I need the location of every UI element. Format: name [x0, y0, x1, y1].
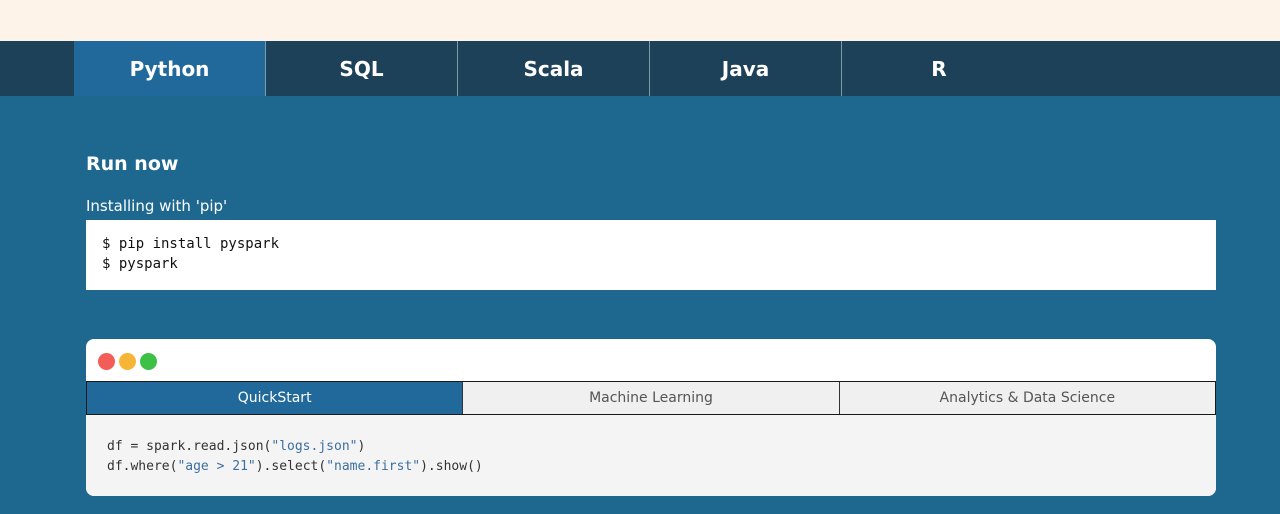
- tab-analytics-data-science[interactable]: Analytics & Data Science: [839, 382, 1215, 414]
- window-maximize-dot-icon: [140, 353, 157, 370]
- code-text: ).select(: [255, 459, 327, 474]
- code-line: df.where("age > 21").select("name.first"…: [107, 457, 1195, 477]
- code-string: "age > 21": [177, 459, 256, 474]
- code-string: "logs.json": [271, 439, 358, 454]
- tab-r[interactable]: R: [843, 41, 1035, 96]
- tab-scala[interactable]: Scala: [458, 41, 650, 96]
- code-text: ): [357, 439, 366, 454]
- tab-java[interactable]: Java: [650, 41, 842, 96]
- code-snippet[interactable]: df = spark.read.json("logs.json") df.whe…: [86, 415, 1216, 496]
- code-text: df = spark.read.json(: [107, 439, 272, 454]
- pip-command-block[interactable]: $ pip install pyspark $ pyspark: [86, 220, 1216, 290]
- example-tabs: QuickStart Machine Learning Analytics & …: [86, 381, 1216, 415]
- top-banner: [0, 0, 1280, 41]
- code-example-window: QuickStart Machine Learning Analytics & …: [86, 339, 1216, 496]
- tab-machine-learning[interactable]: Machine Learning: [463, 382, 840, 414]
- code-text: df.where(: [107, 459, 178, 474]
- window-minimize-dot-icon: [119, 353, 136, 370]
- tab-sql[interactable]: SQL: [266, 41, 458, 96]
- language-tab-bar: Python SQL Scala Java R: [0, 41, 1280, 96]
- install-label: Installing with 'pip': [86, 197, 228, 215]
- code-string: "name.first": [326, 459, 421, 474]
- run-now-title: Run now: [86, 153, 179, 175]
- command-line: $ pip install pyspark: [102, 236, 280, 252]
- tab-quickstart[interactable]: QuickStart: [87, 382, 464, 414]
- tab-python[interactable]: Python: [74, 41, 266, 96]
- code-line: df = spark.read.json("logs.json"): [107, 437, 1195, 457]
- command-line: $ pyspark: [102, 256, 178, 272]
- window-close-dot-icon: [98, 353, 115, 370]
- code-text: ).show(): [420, 459, 483, 474]
